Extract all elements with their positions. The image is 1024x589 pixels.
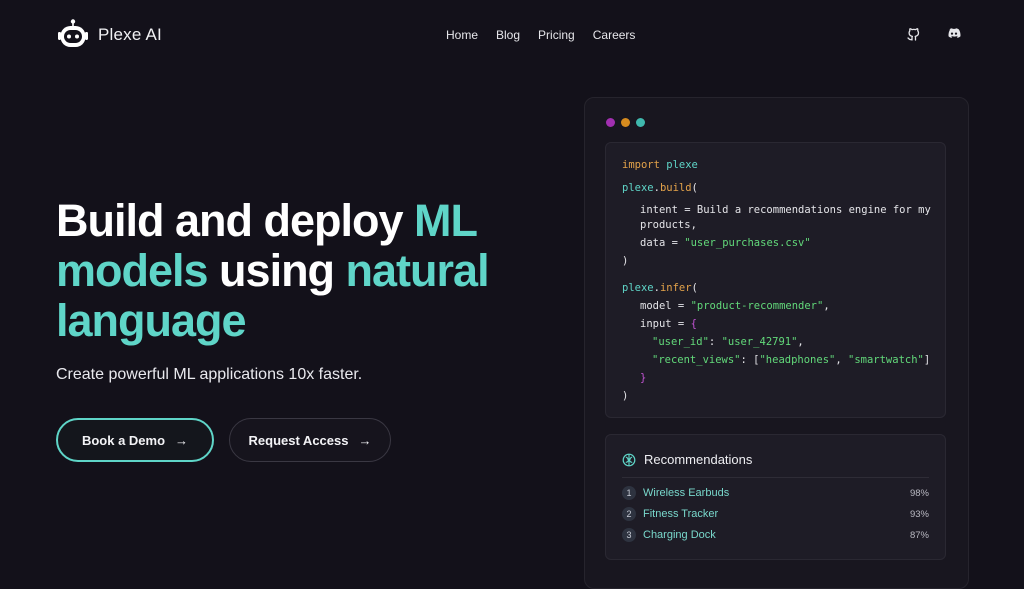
recommendations-header: Recommendations xyxy=(622,452,752,467)
recommendations-title: Recommendations xyxy=(644,452,753,467)
recommendation-name[interactable]: Fitness Tracker xyxy=(643,508,718,520)
code-line: model = "product-recommender", xyxy=(640,300,830,312)
code-line: plexe.infer( xyxy=(622,282,698,294)
code-line: "recent_views": ["headphones", "smartwat… xyxy=(652,354,931,366)
github-icon[interactable] xyxy=(906,26,922,42)
window-dot xyxy=(606,118,615,127)
code-line: intent = Build a recommendations engine … xyxy=(640,204,931,216)
rank-badge: 3 xyxy=(622,528,636,542)
hero-title-part: Build and deploy xyxy=(56,195,415,246)
discord-icon[interactable] xyxy=(946,26,962,42)
robot-logo-icon xyxy=(58,19,88,47)
list-item[interactable]: 1 Wireless Earbuds 98% xyxy=(622,485,929,501)
brain-icon xyxy=(622,453,636,466)
book-demo-button[interactable]: Book a Demo → xyxy=(56,418,214,462)
nav-blog[interactable]: Blog xyxy=(496,28,520,42)
list-item[interactable]: 3 Charging Dock 87% xyxy=(622,527,929,543)
window-dot xyxy=(636,118,645,127)
logo[interactable]: Plexe AI xyxy=(56,18,162,52)
code-line: import plexe xyxy=(622,159,698,171)
demo-panel: import plexe plexe.build( intent = Build… xyxy=(584,97,969,589)
rank-badge: 1 xyxy=(622,486,636,500)
code-line: ) xyxy=(622,390,629,402)
code-line: input = { xyxy=(640,318,697,330)
recommendations-card: Recommendations 1 Wireless Earbuds 98% 2… xyxy=(605,434,946,560)
window-dots xyxy=(606,118,645,127)
nav-pricing[interactable]: Pricing xyxy=(538,28,575,42)
social-links xyxy=(906,26,962,42)
match-score: 87% xyxy=(909,529,929,541)
rank-badge: 2 xyxy=(622,507,636,521)
request-access-label: Request Access xyxy=(248,432,349,448)
code-block: import plexe plexe.build( intent = Build… xyxy=(605,142,946,418)
match-score: 98% xyxy=(909,487,929,499)
recommendation-name[interactable]: Wireless Earbuds xyxy=(643,487,729,499)
hero-subtitle: Create powerful ML applications 10x fast… xyxy=(56,366,363,383)
nav-home[interactable]: Home xyxy=(446,28,478,42)
code-line: products, xyxy=(640,219,697,231)
code-line: "user_id": "user_42791", xyxy=(652,336,804,348)
arrow-right-icon: → xyxy=(358,432,372,448)
window-dot xyxy=(621,118,630,127)
code-line: } xyxy=(640,372,647,384)
code-line: plexe.build( xyxy=(622,182,698,194)
hero-title: Build and deploy ML models using natural… xyxy=(56,196,556,346)
arrow-right-icon: → xyxy=(175,432,189,448)
main-nav: Home Blog Pricing Careers xyxy=(446,28,635,42)
code-line: data = "user_purchases.csv" xyxy=(640,237,811,249)
recommendation-name[interactable]: Charging Dock xyxy=(643,529,716,541)
hero-title-part: using xyxy=(207,245,346,296)
code-line: ) xyxy=(622,255,629,267)
brand-name: Plexe AI xyxy=(98,25,162,44)
match-score: 93% xyxy=(909,508,929,520)
request-access-button[interactable]: Request Access → xyxy=(229,418,391,462)
divider xyxy=(622,477,929,478)
book-demo-label: Book a Demo xyxy=(81,432,166,448)
nav-careers[interactable]: Careers xyxy=(593,28,636,42)
list-item[interactable]: 2 Fitness Tracker 93% xyxy=(622,506,929,522)
